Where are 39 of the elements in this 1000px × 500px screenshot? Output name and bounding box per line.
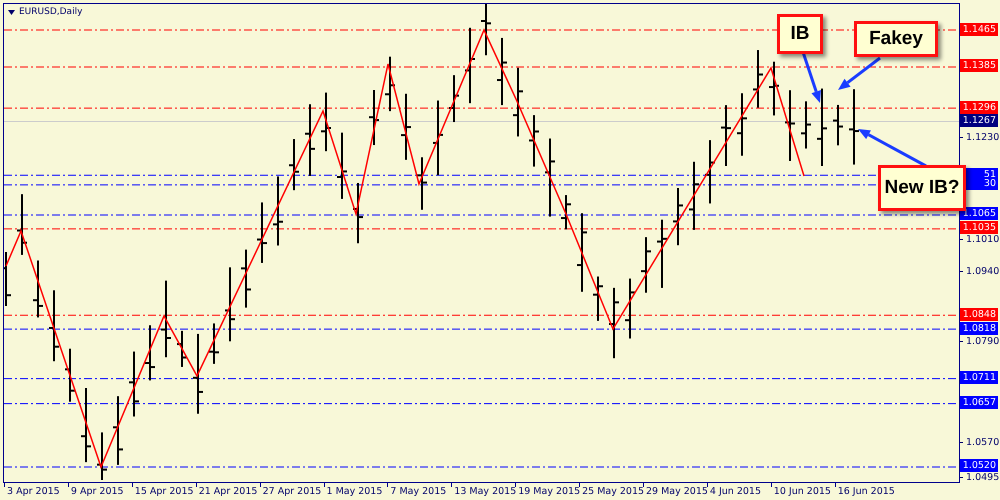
date-tick: 10 Jun 2015 <box>774 486 831 497</box>
price-tick: 1.1230 <box>966 132 1000 144</box>
price-tick: 1.1010 <box>966 234 1000 245</box>
price-label: 1.0520 <box>960 459 998 472</box>
date-tick: 29 May 2015 <box>646 486 708 497</box>
price-label: 1.1035 <box>960 221 998 234</box>
date-tick: 19 May 2015 <box>518 486 580 497</box>
price-tick: 1.0940 <box>966 266 1000 278</box>
date-tick: 13 May 2015 <box>454 486 516 497</box>
price-label: 1.1267 <box>960 114 998 128</box>
price-label: 1.0711 <box>960 371 998 384</box>
date-tick: 15 Apr 2015 <box>134 486 194 497</box>
price-label: 1.0657 <box>960 396 998 410</box>
price-label: 1.1465 <box>960 22 998 36</box>
price-tick: 1.0790 <box>966 336 1000 347</box>
arrow <box>802 52 821 103</box>
arrow <box>838 56 881 90</box>
date-tick: 7 May 2015 <box>390 486 446 497</box>
price-tick: 1.0570 <box>966 437 1000 448</box>
date-tick: 25 May 2015 <box>582 486 644 497</box>
price-tick: 1.0495 <box>966 472 1000 484</box>
dropdown-icon[interactable] <box>8 10 15 14</box>
price-label: 1.0848 <box>960 308 998 321</box>
date-tick: 21 Apr 2015 <box>198 486 258 497</box>
date-tick: 4 Jun 2015 <box>710 486 761 497</box>
price-label: 1.0818 <box>960 322 998 335</box>
price-label: 1.1296 <box>960 100 998 114</box>
date-tick: 3 Apr 2015 <box>7 486 60 497</box>
callout-label: Fakey <box>854 21 938 57</box>
price-label: 1.1385 <box>960 59 998 72</box>
date-tick: 16 Jun 2015 <box>838 486 895 497</box>
date-tick: 27 Apr 2015 <box>262 486 322 497</box>
price-label: 1.1065 <box>960 207 998 220</box>
date-tick: 9 Apr 2015 <box>70 486 124 497</box>
chart-title: EURUSD,Daily <box>19 7 82 17</box>
callout-label: New IB? <box>878 165 966 211</box>
date-tick: 1 May 2015 <box>326 486 382 497</box>
callout-label: IB <box>777 14 823 54</box>
arrow <box>858 129 927 168</box>
